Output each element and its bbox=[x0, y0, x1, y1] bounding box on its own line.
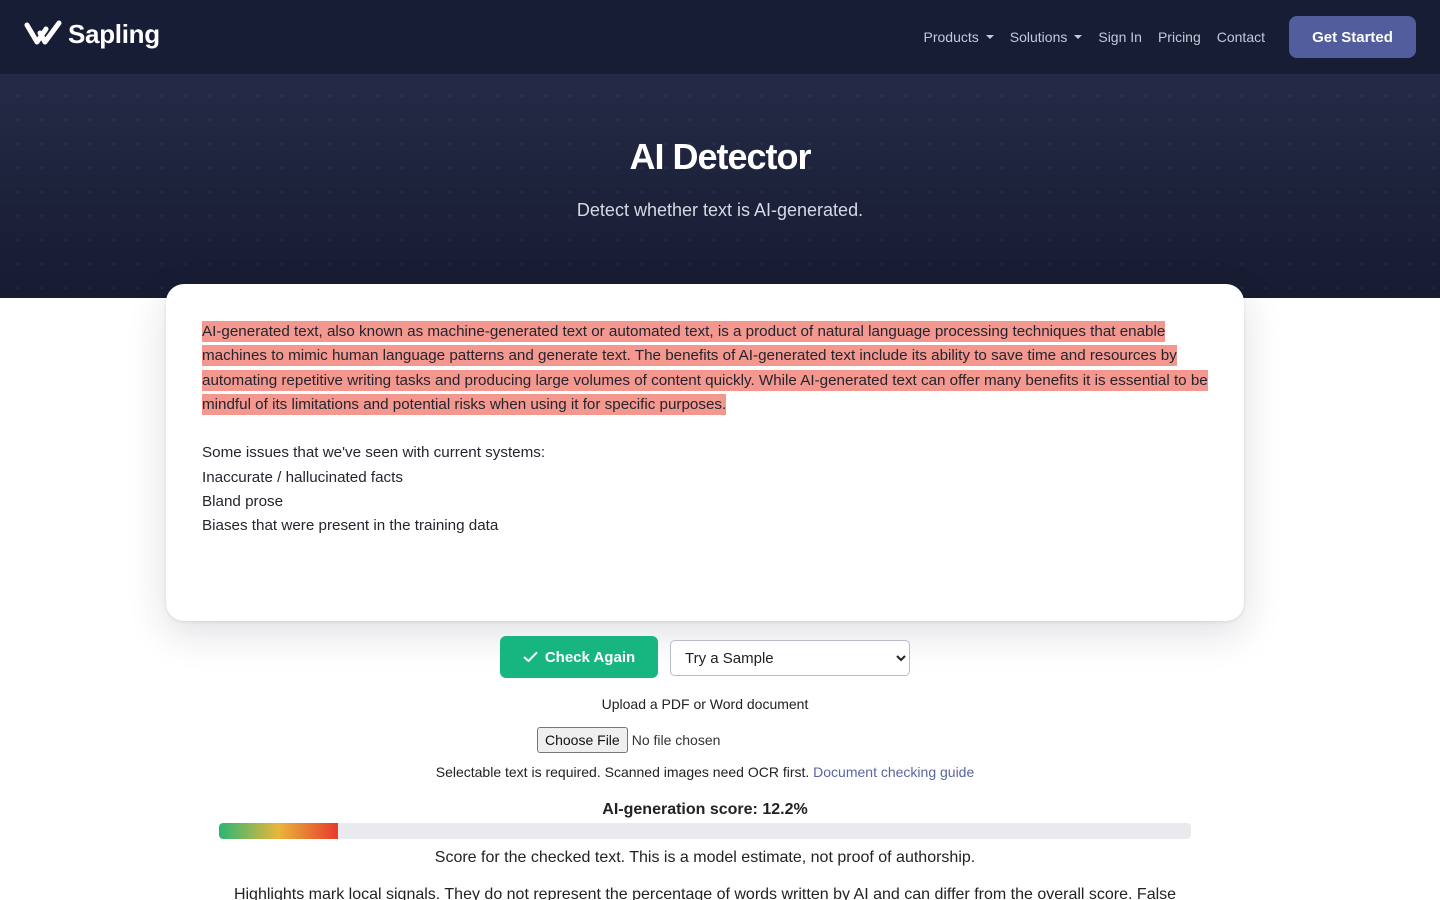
editor-line: Biases that were present in the training… bbox=[202, 517, 499, 535]
ai-highlight: AI-generated text, also known as machine… bbox=[202, 321, 1208, 415]
caret-down-icon bbox=[1074, 35, 1083, 39]
brand-logo[interactable]: Sapling bbox=[24, 18, 160, 50]
nav-products[interactable]: Products bbox=[924, 29, 994, 45]
check-again-label: Check Again bbox=[544, 648, 636, 666]
score-bar bbox=[219, 823, 1191, 839]
nav-solutions[interactable]: Solutions bbox=[1010, 29, 1083, 45]
editor-content[interactable]: AI-generated text, also known as machine… bbox=[202, 320, 1212, 539]
text-editor[interactable]: AI-generated text, also known as machine… bbox=[166, 284, 1244, 621]
nav-solutions-label: Solutions bbox=[1009, 29, 1068, 45]
editor-line: Some issues that we've seen with current… bbox=[202, 444, 546, 462]
checkmark-icon bbox=[523, 651, 538, 662]
hero-banner bbox=[0, 74, 1440, 298]
nav-pricing[interactable]: Pricing bbox=[1158, 29, 1201, 45]
page-subtitle: Detect whether text is AI-generated. bbox=[576, 200, 864, 220]
main-nav: Products Solutions Sign In Pricing Conta… bbox=[908, 16, 1416, 58]
caret-down-icon bbox=[985, 35, 994, 39]
try-sample-select[interactable]: Try a Sample bbox=[670, 640, 910, 676]
check-again-button[interactable]: Check Again bbox=[500, 636, 658, 678]
action-row: Check Again Try a Sample bbox=[500, 636, 910, 678]
editor-paragraph-1: AI-generated text, also known as machine… bbox=[202, 320, 1212, 417]
highlight-note: Highlights mark local signals. They do n… bbox=[233, 886, 1177, 900]
score-title: AI-generation score: 12.2% bbox=[602, 801, 808, 818]
nav-sign-in[interactable]: Sign In bbox=[1098, 29, 1142, 45]
file-status: No file chosen bbox=[631, 732, 721, 748]
top-navbar: Sapling Products Solutions Sign In Prici… bbox=[0, 0, 1440, 74]
file-input: Choose File No file chosen bbox=[537, 727, 720, 753]
nav-products-label: Products bbox=[923, 29, 979, 45]
nav-contact[interactable]: Contact bbox=[1217, 29, 1265, 45]
choose-file-button[interactable]: Choose File bbox=[537, 727, 628, 753]
document-guide-link[interactable]: Document checking guide bbox=[813, 764, 974, 780]
score-bar-fill bbox=[219, 823, 338, 839]
get-started-button[interactable]: Get Started bbox=[1289, 16, 1416, 58]
editor-line: Bland prose bbox=[202, 493, 284, 511]
ocr-note-text: Selectable text is required. Scanned ima… bbox=[435, 764, 810, 780]
editor-line: Inaccurate / hallucinated facts bbox=[202, 468, 403, 486]
brand-name: Sapling bbox=[68, 18, 160, 49]
ocr-note: Selectable text is required. Scanned ima… bbox=[0, 764, 1410, 780]
upload-label: Upload a PDF or Word document bbox=[601, 696, 809, 712]
score-description: Score for the checked text. This is a mo… bbox=[434, 849, 976, 866]
page-title: AI Detector bbox=[629, 136, 811, 177]
sapling-logo-icon bbox=[24, 20, 62, 45]
hero-dot-pattern bbox=[0, 74, 1440, 298]
